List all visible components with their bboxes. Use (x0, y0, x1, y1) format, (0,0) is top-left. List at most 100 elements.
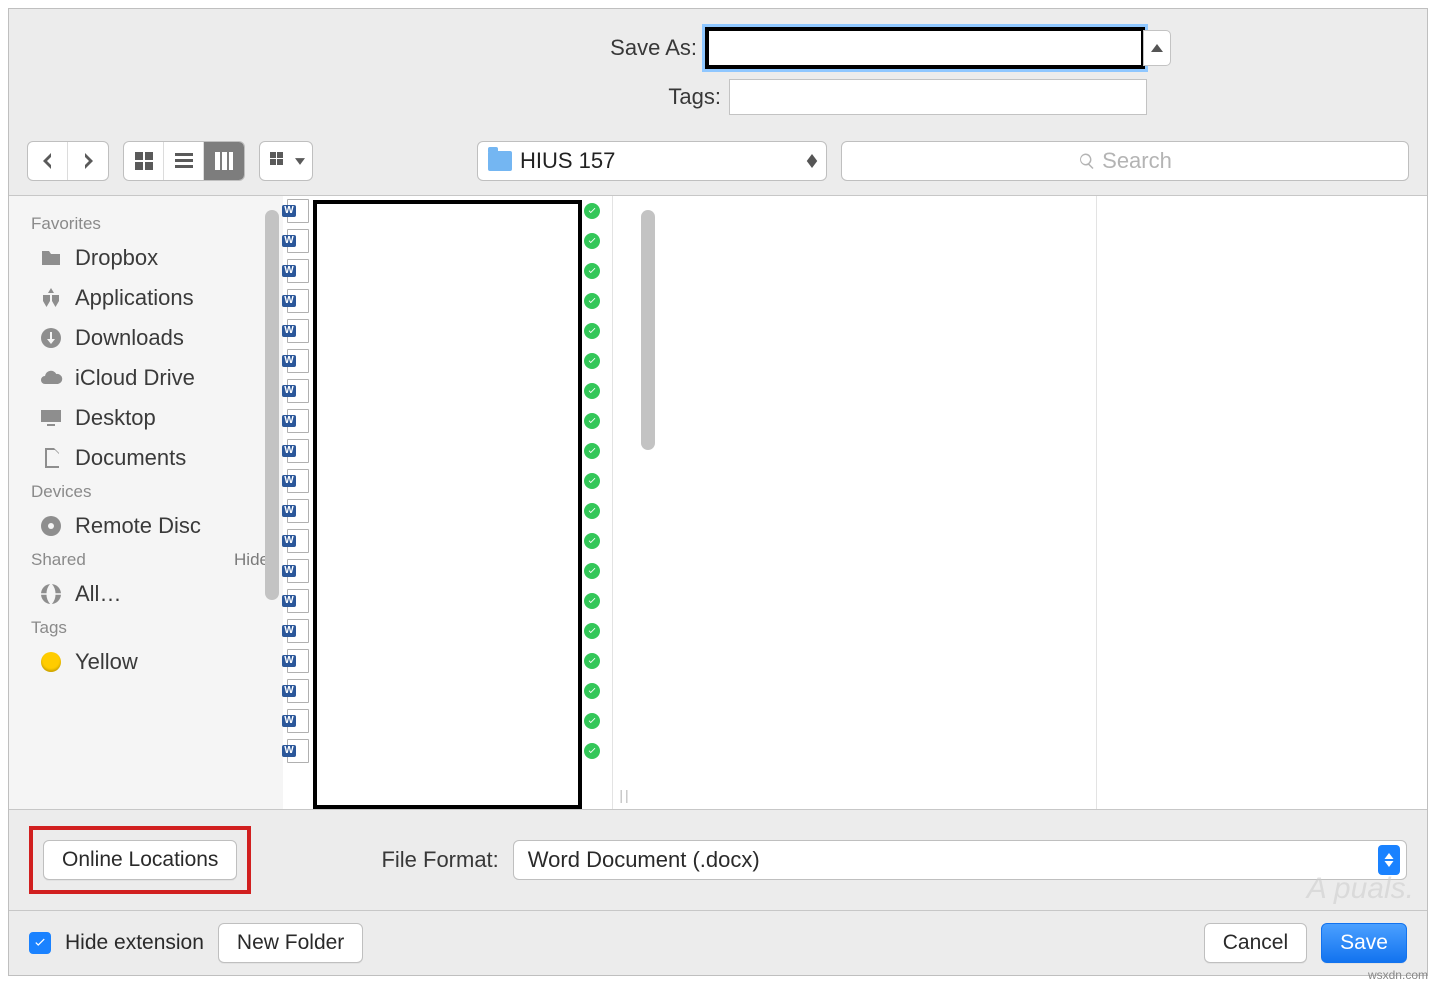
word-document-icon (287, 259, 309, 283)
word-document-icon (287, 469, 309, 493)
desktop-icon (37, 406, 65, 430)
word-document-icon (287, 559, 309, 583)
checkmark-icon (33, 936, 47, 950)
view-columns-button[interactable] (204, 142, 244, 180)
word-document-icon (287, 379, 309, 403)
back-button[interactable] (28, 142, 68, 180)
sidebar-item-documents[interactable]: Documents (9, 438, 283, 478)
sidebar-item-dropbox[interactable]: Dropbox (9, 238, 283, 278)
sidebar-item-applications[interactable]: Applications (9, 278, 283, 318)
sidebar-item-desktop[interactable]: Desktop (9, 398, 283, 438)
chevron-left-icon (36, 149, 60, 173)
sync-ok-icon (584, 563, 600, 579)
search-icon (1078, 152, 1096, 170)
sync-ok-icon (584, 323, 600, 339)
sidebar-group-label: Favorites (31, 214, 101, 234)
sidebar-item-label: Dropbox (75, 245, 158, 271)
network-icon (37, 582, 65, 606)
sync-ok-icon (584, 443, 600, 459)
column-resizer[interactable]: || (613, 196, 637, 809)
documents-icon (37, 446, 65, 470)
sync-ok-icon (584, 623, 600, 639)
sync-ok-icon (584, 203, 600, 219)
word-document-icon (287, 739, 309, 763)
sidebar-group-label: Devices (31, 482, 91, 502)
cancel-button[interactable]: Cancel (1204, 923, 1307, 963)
sync-ok-icon (584, 683, 600, 699)
word-document-icon (287, 649, 309, 673)
apps-icon (37, 286, 65, 310)
sync-ok-icon (584, 713, 600, 729)
word-document-icon (287, 529, 309, 553)
folder-icon (37, 246, 65, 270)
preview-scrollbar[interactable] (641, 210, 655, 450)
file-format-select[interactable]: Word Document (.docx) (513, 840, 1407, 880)
sidebar-item-all-[interactable]: All… (9, 574, 283, 614)
sidebar-item-label: iCloud Drive (75, 365, 195, 391)
location-arrows-icon (806, 154, 818, 168)
chevron-right-icon (76, 149, 100, 173)
save-as-input[interactable] (705, 27, 1145, 69)
sidebar-group-label: Tags (31, 618, 67, 638)
location-name: HIUS 157 (520, 148, 798, 174)
word-document-icon (287, 199, 309, 223)
sync-ok-icon (584, 263, 600, 279)
sync-ok-icon (584, 383, 600, 399)
sync-ok-icon (584, 473, 600, 489)
sidebar-group-title: Tags (9, 614, 283, 642)
format-row: Online Locations File Format: Word Docum… (9, 809, 1427, 910)
sidebar-item-downloads[interactable]: Downloads (9, 318, 283, 358)
location-popup[interactable]: HIUS 157 (477, 141, 827, 181)
sidebar-scrollbar[interactable] (265, 210, 279, 600)
hide-extension-label: Hide extension (65, 931, 204, 955)
collapse-toggle[interactable] (1143, 30, 1171, 66)
view-segment (123, 141, 245, 181)
word-document-icon (287, 499, 309, 523)
view-icons-button[interactable] (124, 142, 164, 180)
forward-button[interactable] (68, 142, 108, 180)
word-document-icon (287, 589, 309, 613)
sync-ok-icon (584, 503, 600, 519)
select-arrows-icon (1378, 845, 1400, 875)
tags-label: Tags: (289, 84, 729, 110)
save-as-label: Save As: (265, 35, 705, 61)
cloud-icon (37, 366, 65, 390)
filename-redaction-overlay (313, 200, 582, 809)
new-folder-button[interactable]: New Folder (218, 923, 363, 963)
sync-ok-icon (584, 413, 600, 429)
save-dialog: Save As: Tags: (8, 8, 1428, 976)
word-document-icon (287, 229, 309, 253)
sidebar-item-label: Remote Disc (75, 513, 201, 539)
chevron-down-icon (295, 158, 305, 165)
sidebar-item-label: Applications (75, 285, 194, 311)
sidebar-item-yellow[interactable]: Yellow (9, 642, 283, 682)
online-locations-button[interactable]: Online Locations (43, 840, 237, 880)
view-list-button[interactable] (164, 142, 204, 180)
tags-input[interactable] (729, 79, 1147, 115)
sync-ok-icon (584, 593, 600, 609)
search-placeholder: Search (1102, 148, 1172, 174)
hide-extension-checkbox[interactable] (29, 932, 51, 954)
sidebar-group-title: Favorites (9, 210, 283, 238)
sidebar-item-label: Downloads (75, 325, 184, 351)
sidebar-item-label: All… (75, 581, 121, 607)
save-button[interactable]: Save (1321, 923, 1407, 963)
search-field[interactable]: Search (841, 141, 1409, 181)
sidebar-item-remote-disc[interactable]: Remote Disc (9, 506, 283, 546)
chevron-up-icon (1151, 44, 1163, 52)
sidebar-item-label: Documents (75, 445, 186, 471)
word-document-icon (287, 619, 309, 643)
sync-ok-icon (584, 533, 600, 549)
sync-ok-icon (584, 743, 600, 759)
file-format-label: File Format: (381, 847, 498, 873)
word-document-icon (287, 439, 309, 463)
bottom-bar: Hide extension New Folder Cancel Save (9, 910, 1427, 975)
sidebar-item-icloud-drive[interactable]: iCloud Drive (9, 358, 283, 398)
top-form: Save As: Tags: (9, 9, 1427, 135)
disc-icon (37, 514, 65, 538)
sidebar-group-label: Shared (31, 550, 86, 570)
word-document-icon (287, 409, 309, 433)
sidebar-hide-button[interactable]: Hide (234, 550, 269, 570)
online-locations-highlight: Online Locations (29, 826, 251, 894)
group-button[interactable] (260, 142, 312, 180)
